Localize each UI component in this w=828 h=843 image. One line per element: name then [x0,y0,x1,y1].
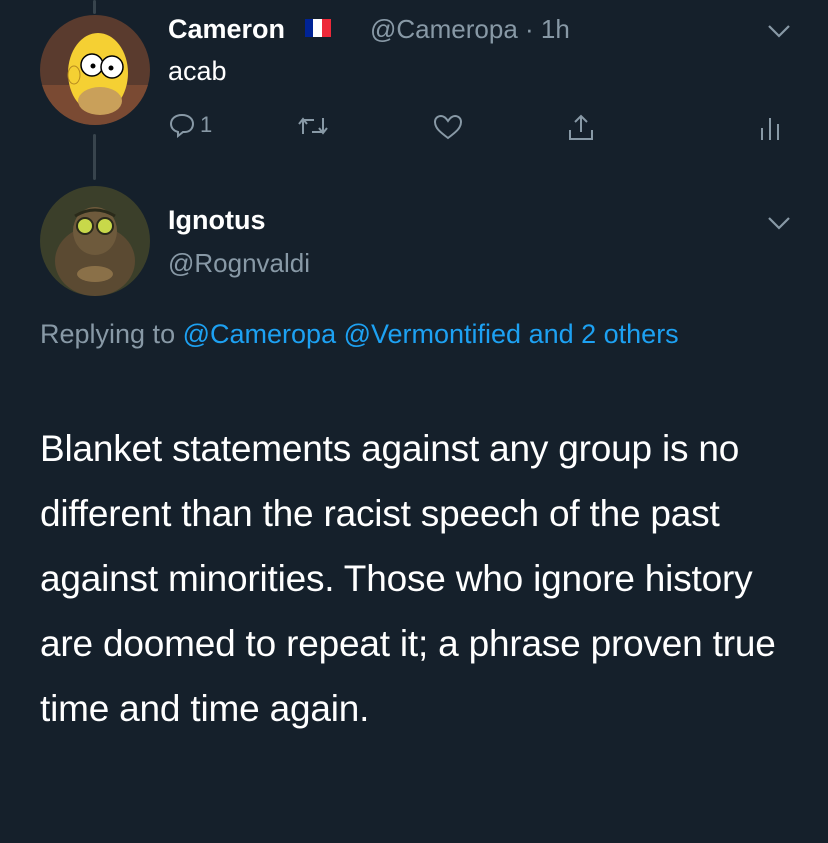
tweet-body: Blanket statements against any group is … [40,428,776,729]
author-name[interactable]: Cameron [168,14,331,45]
tweet-text: acab [168,56,227,86]
analytics-icon [761,118,779,140]
reply-button[interactable]: 1 [168,112,212,138]
analytics-button[interactable] [758,114,782,142]
thread-line-top [93,0,96,14]
display-name[interactable]: Ignotus [168,205,265,236]
chevron-down-icon[interactable] [766,214,792,232]
like-icon [433,114,463,140]
display-name[interactable]: Cameron [168,14,285,44]
france-flag-icon [304,18,331,37]
share-button[interactable] [566,112,596,142]
avatar-cameron[interactable] [40,15,150,125]
like-button[interactable] [432,113,464,141]
replying-mentions-link[interactable]: @Cameropa @Vermontified and 2 others [183,319,679,349]
retweet-button[interactable] [296,114,330,138]
handle-and-time[interactable]: @Cameropa · 1h [370,14,570,45]
reply-icon [169,113,195,138]
avatar-ignotus[interactable] [40,186,150,296]
replying-prefix: Replying to [40,319,176,349]
replying-to: Replying to @Cameropa @Vermontified and … [40,312,740,357]
chevron-down-icon[interactable] [766,22,792,40]
share-icon [569,114,593,140]
reply-count: 1 [200,112,213,137]
thread-line-connector [93,134,96,180]
handle[interactable]: @Rognvaldi [168,248,310,279]
retweet-icon [298,117,328,135]
